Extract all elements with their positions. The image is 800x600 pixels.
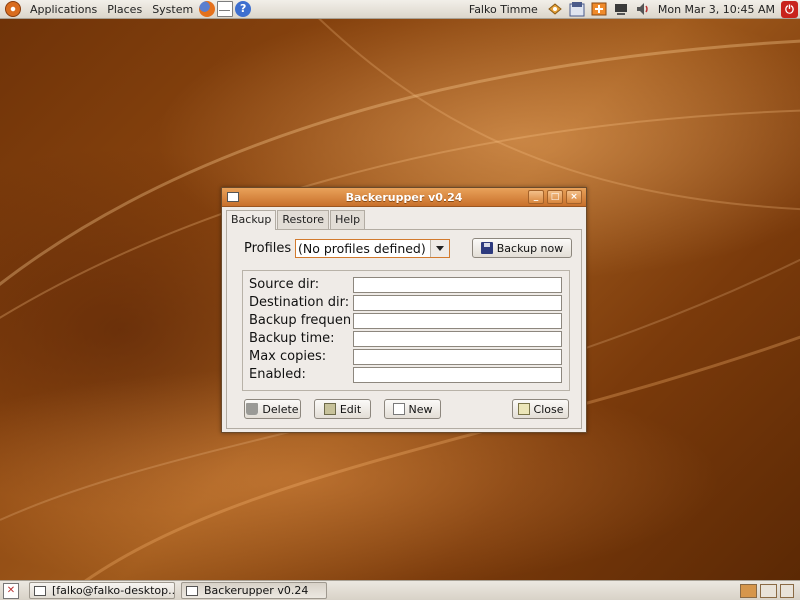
backerupper-window: Backerupper v0.24 _ □ × Backup Restore H… — [221, 187, 587, 433]
close-window-button[interactable]: × — [566, 190, 582, 204]
ubuntu-logo-icon[interactable] — [5, 1, 21, 17]
workspace-1[interactable] — [740, 583, 757, 598]
dropdown-arrow-button[interactable] — [430, 240, 449, 257]
top-panel: Applications Places System ? Falko Timme… — [0, 0, 800, 19]
backup-frequency-label: Backup frequency: — [249, 313, 350, 328]
delete-button[interactable]: Delete — [244, 399, 301, 419]
workspace-2[interactable] — [760, 583, 777, 598]
backup-now-button[interactable]: Backup now — [472, 238, 572, 258]
profiles-dropdown[interactable]: (No profiles defined) — [295, 239, 450, 258]
display-icon[interactable] — [591, 1, 607, 17]
trash-icon — [246, 403, 259, 415]
new-document-icon — [392, 403, 405, 415]
edit-button[interactable]: Edit — [314, 399, 371, 419]
source-dir-input[interactable] — [353, 277, 562, 293]
volume-icon[interactable] — [635, 1, 651, 17]
backup-time-label: Backup time: — [249, 331, 335, 346]
taskbar-item-label: [falko@falko-desktop... — [52, 584, 175, 597]
window-icon — [186, 585, 198, 596]
new-button[interactable]: New — [384, 399, 441, 419]
enabled-input[interactable] — [353, 367, 562, 383]
taskbar-item-backerupper[interactable]: Backerupper v0.24 — [181, 582, 327, 599]
update-manager-icon[interactable] — [569, 1, 585, 17]
tab-backup[interactable]: Backup — [226, 210, 277, 230]
form-row: Source dir: — [243, 277, 569, 293]
taskbar-item-label: Backerupper v0.24 — [204, 584, 309, 597]
titlebar[interactable]: Backerupper v0.24 _ □ × — [222, 188, 586, 207]
form-row: Enabled: — [243, 367, 569, 383]
tab-bar: Backup Restore Help — [226, 210, 586, 230]
backup-time-input[interactable] — [353, 331, 562, 347]
backup-now-label: Backup now — [496, 241, 564, 255]
form-row: Backup frequency: — [243, 313, 569, 329]
close-button[interactable]: Close — [512, 399, 569, 419]
form-row: Destination dir: — [243, 295, 569, 311]
show-desktop-icon[interactable]: ✕ — [3, 582, 19, 599]
menu-places[interactable]: Places — [102, 0, 147, 19]
close-label: Close — [533, 402, 564, 416]
terminal-icon — [34, 585, 46, 596]
max-copies-label: Max copies: — [249, 349, 327, 364]
destination-dir-input[interactable] — [353, 295, 562, 311]
profile-settings-frame: Source dir: Destination dir: Backup freq… — [242, 270, 570, 391]
monitor-icon[interactable] — [613, 1, 629, 17]
mail-icon[interactable] — [217, 1, 234, 17]
profiles-dropdown-value: (No profiles defined) — [298, 241, 426, 256]
trash-icon[interactable] — [780, 583, 794, 598]
max-copies-input[interactable] — [353, 349, 562, 365]
quit-icon[interactable]: ⏻ — [781, 0, 798, 18]
profiles-label: Profiles — [244, 241, 292, 256]
new-label: New — [408, 402, 433, 416]
edit-label: Edit — [339, 402, 362, 416]
backup-tab-page: Profiles (No profiles defined) Backup no… — [226, 229, 582, 429]
maximize-button[interactable]: □ — [547, 190, 563, 204]
taskbar-item-terminal[interactable]: [falko@falko-desktop... — [29, 582, 175, 599]
save-icon — [480, 242, 493, 254]
form-row: Backup time: — [243, 331, 569, 347]
menu-applications[interactable]: Applications — [25, 0, 102, 19]
form-row: Max copies: — [243, 349, 569, 365]
window-controls: _ □ × — [525, 190, 582, 204]
tab-help[interactable]: Help — [330, 210, 366, 229]
close-icon — [517, 403, 530, 415]
panel-right: Falko Timme Mon Mar 3, 10:45 AM ⏻ — [463, 0, 800, 19]
firefox-icon[interactable] — [199, 1, 216, 17]
delete-label: Delete — [262, 402, 299, 416]
workspace-switcher — [740, 583, 800, 598]
network-icon[interactable] — [547, 1, 563, 17]
edit-icon — [323, 403, 336, 415]
backup-frequency-input[interactable] — [353, 313, 562, 329]
enabled-label: Enabled: — [249, 367, 306, 382]
tab-restore[interactable]: Restore — [277, 210, 330, 229]
bottom-panel: ✕ [falko@falko-desktop... Backerupper v0… — [0, 580, 800, 600]
minimize-button[interactable]: _ — [528, 190, 544, 204]
destination-dir-label: Destination dir: — [249, 295, 350, 310]
source-dir-label: Source dir: — [249, 277, 320, 292]
clock[interactable]: Mon Mar 3, 10:45 AM — [654, 3, 781, 16]
menu-system[interactable]: System — [147, 0, 198, 19]
chevron-down-icon — [436, 246, 444, 251]
user-switcher[interactable]: Falko Timme — [463, 3, 544, 16]
help-icon[interactable]: ? — [235, 1, 252, 17]
